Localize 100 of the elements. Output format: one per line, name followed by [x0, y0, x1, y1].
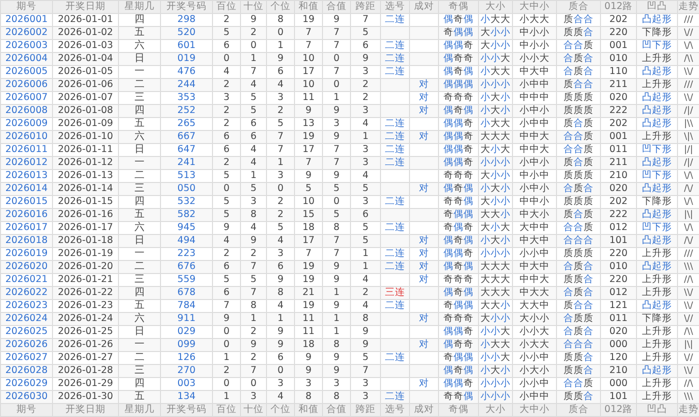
table-cell: 偶偶奇: [438, 326, 478, 338]
table-cell: 134: [160, 390, 212, 404]
table-cell: 六: [118, 40, 160, 52]
table-cell: 质合质: [556, 208, 600, 222]
table-cell: 2026-01-30: [52, 390, 118, 404]
table-cell: 三: [118, 364, 160, 378]
table-cell: 奇偶偶: [438, 208, 478, 222]
table-cell: 合合质: [556, 130, 600, 144]
table-cell: 2026-01-18: [52, 234, 118, 248]
table-cell: 2026-01-15: [52, 196, 118, 208]
table-cell: 265: [160, 118, 212, 130]
table-cell: 小大小: [478, 234, 512, 248]
table-cell: 050: [160, 182, 212, 196]
table-cell: 211: [600, 156, 636, 170]
table-cell: 偶奇偶: [438, 364, 478, 378]
table-cell: 220: [600, 26, 636, 40]
table-cell: 2026-01-08: [52, 104, 118, 118]
table-cell: 298: [160, 14, 212, 26]
table-cell: 241: [160, 156, 212, 170]
table-cell: 大大中: [512, 300, 556, 312]
table-cell: 中中大: [512, 274, 556, 286]
table-cell: 101: [600, 390, 636, 404]
table-cell: 小小中: [512, 352, 556, 364]
table-cell: 凹下形: [636, 40, 678, 52]
table-cell: 222: [600, 104, 636, 118]
table-cell: 中大大: [512, 286, 556, 300]
table-cell: 偶偶奇: [438, 248, 478, 260]
table-cell: 小大大: [512, 14, 556, 26]
table-cell: 大小大: [478, 144, 512, 156]
table-cell: 大小小: [478, 26, 512, 40]
table-cell: 2026-01-21: [52, 274, 118, 286]
table-cell: 六: [118, 222, 160, 234]
table-cell: 质质质: [556, 170, 600, 182]
table-cell: 2026-01-22: [52, 286, 118, 300]
table-cell: 小中小: [512, 104, 556, 118]
table-cell: 小大小: [478, 92, 512, 104]
table-cell: 120: [600, 352, 636, 364]
table-cell: 2026-01-06: [52, 78, 118, 92]
table-cell: 中中大: [512, 130, 556, 144]
table-cell: 偶偶奇: [438, 144, 478, 156]
table-cell: 012: [600, 286, 636, 300]
table-cell: 偶偶奇: [438, 130, 478, 144]
table-cell: 上升形: [636, 338, 678, 352]
table-cell: 合合合: [556, 234, 600, 248]
table-cell: 质合质: [556, 118, 600, 130]
table-cell: 000: [600, 378, 636, 390]
table-cell: 合合合: [556, 338, 600, 352]
table-cell: 202: [600, 118, 636, 130]
table-cell: 合合质: [556, 378, 600, 390]
table-cell: 小大大: [512, 338, 556, 352]
table-cell: 合质质: [556, 312, 600, 326]
table-cell: 凹下形: [636, 170, 678, 182]
table-cell: 合合质: [556, 144, 600, 156]
table-cell: 质合合: [556, 78, 600, 92]
table-cell: 质质合: [556, 390, 600, 404]
column-header: 奇偶: [438, 404, 478, 416]
table-cell: 上升形: [636, 286, 678, 300]
column-header: 走势: [678, 0, 699, 14]
table-cell: 合合质: [556, 222, 600, 234]
table-cell: 020: [600, 92, 636, 104]
column-header: 十位: [240, 0, 266, 14]
table-cell: 2026-01-02: [52, 26, 118, 40]
table-cell: 513: [160, 170, 212, 182]
table-cell: 偶奇偶: [438, 104, 478, 118]
table-cell: 小小小: [478, 378, 512, 390]
table-cell: 日: [118, 326, 160, 338]
table-cell: 211: [600, 78, 636, 92]
column-header: 百位: [212, 0, 240, 14]
table-cell: 凸起形: [636, 92, 678, 104]
column-header: 期号: [0, 0, 52, 14]
table-cell: 2026-01-13: [52, 170, 118, 182]
table-cell: 001: [600, 130, 636, 144]
table-cell: 奇奇偶: [438, 390, 478, 404]
table-cell: 012: [600, 222, 636, 234]
table-cell: 110: [600, 66, 636, 78]
table-cell: 2026-01-20: [52, 260, 118, 274]
table-cell: 五: [118, 300, 160, 312]
table-cell: 大小小: [478, 170, 512, 182]
table-cell: 559: [160, 274, 212, 286]
table-cell: 偶奇奇: [438, 338, 478, 352]
table-cell: 020: [600, 326, 636, 338]
table-cell: 678: [160, 286, 212, 300]
table-cell: 凸起形: [636, 156, 678, 170]
table-cell: 2026-01-23: [52, 300, 118, 312]
table-cell: 三: [118, 92, 160, 104]
table-cell: 合质合: [556, 326, 600, 338]
table-cell: 六: [118, 312, 160, 326]
table-cell: 偶偶奇: [438, 40, 478, 52]
table-cell: 2026-01-19: [52, 248, 118, 260]
table-cell: 合质合: [556, 66, 600, 78]
table-cell: 667: [160, 130, 212, 144]
table-cell: 四: [118, 378, 160, 390]
table-cell: 003: [160, 378, 212, 390]
table-cell: 220: [600, 248, 636, 260]
table-cell: 偶奇偶: [438, 260, 478, 274]
table-cell: 2026-01-09: [52, 118, 118, 130]
table-cell: 222: [600, 208, 636, 222]
table-cell: 2026-01-03: [52, 40, 118, 52]
table-cell: 质质合: [556, 364, 600, 378]
table-cell: 中中中: [512, 92, 556, 104]
